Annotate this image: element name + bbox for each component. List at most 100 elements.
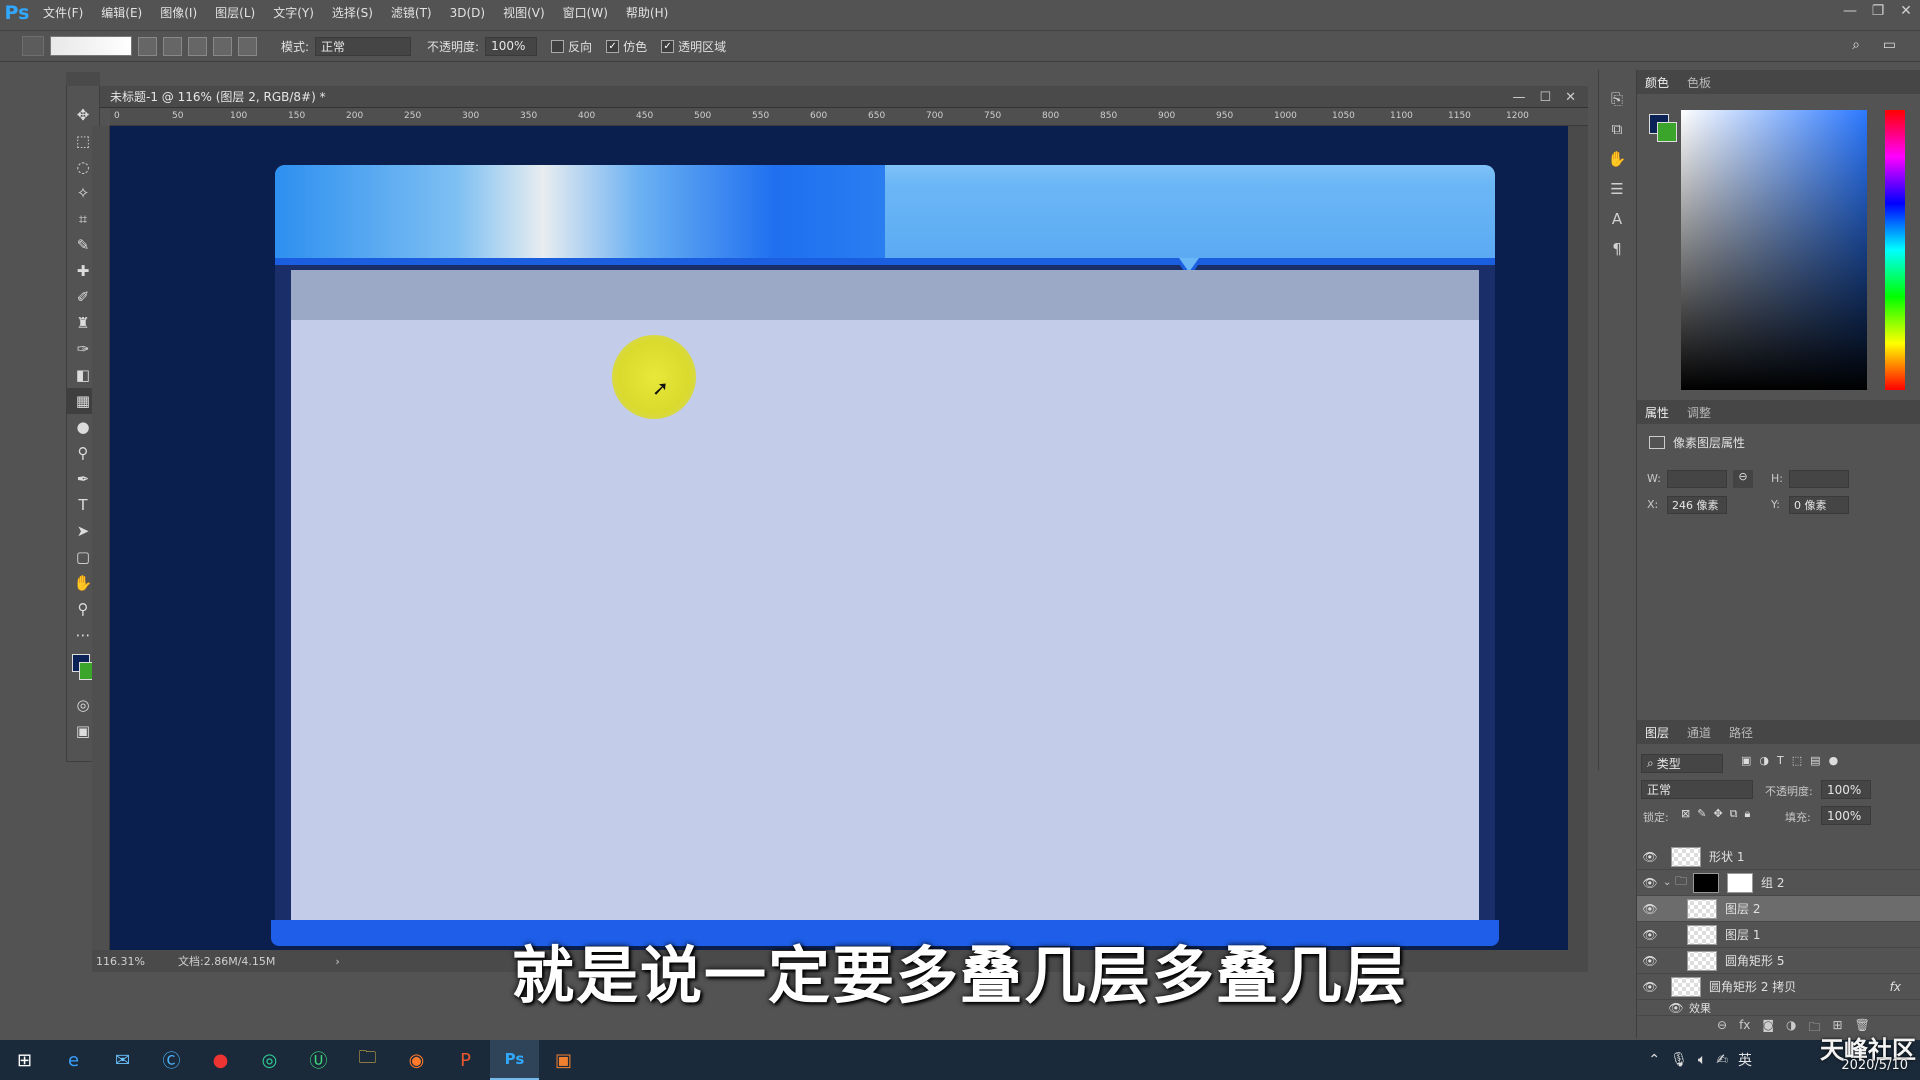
doc-close-icon[interactable]: ✕ bbox=[1565, 90, 1576, 105]
adjustments-panel-icon[interactable]: ☰ bbox=[1599, 174, 1635, 204]
new-adjustment-icon[interactable]: ◑ bbox=[1786, 1018, 1796, 1039]
vertical-scrollbar[interactable] bbox=[1568, 126, 1588, 950]
y-input[interactable]: 0 像素 bbox=[1789, 496, 1849, 514]
radial-gradient-button[interactable] bbox=[163, 36, 182, 56]
eye-icon[interactable]: 👁︎ bbox=[1637, 902, 1663, 916]
doc-maximize-icon[interactable]: ☐ bbox=[1539, 90, 1551, 105]
clone-source-panel-icon[interactable]: ⧉ bbox=[1599, 114, 1635, 144]
doc-minimize-icon[interactable]: — bbox=[1512, 90, 1525, 105]
add-style-icon[interactable]: fx bbox=[1739, 1018, 1750, 1039]
blend-mode-select[interactable]: 正常 bbox=[1641, 780, 1753, 799]
tab-paths[interactable]: 路径 bbox=[1729, 724, 1753, 741]
filter-shape-icon[interactable]: ⬚ bbox=[1792, 754, 1802, 767]
tab-channels[interactable]: 通道 bbox=[1687, 724, 1711, 741]
filter-adjustment-icon[interactable]: ◑ bbox=[1759, 754, 1769, 767]
app-red-icon[interactable]: ● bbox=[196, 1040, 245, 1080]
file-explorer-icon[interactable]: 🗀︎ bbox=[343, 1040, 392, 1080]
app-green-icon[interactable]: ◎ bbox=[245, 1040, 294, 1080]
app-u-icon[interactable]: Ⓤ bbox=[294, 1040, 343, 1080]
layer-opacity-input[interactable]: 100% bbox=[1821, 780, 1871, 799]
powerpoint-icon[interactable]: P bbox=[441, 1040, 490, 1080]
transparency-checkbox[interactable]: ✓ bbox=[661, 39, 675, 53]
link-icon[interactable]: ⊖ bbox=[1733, 470, 1753, 488]
menu-layer[interactable]: 图层(L) bbox=[206, 0, 264, 26]
minimize-icon[interactable]: — bbox=[1836, 0, 1864, 22]
tab-adjustments[interactable]: 调整 bbox=[1687, 404, 1711, 421]
tool-preset-picker[interactable] bbox=[22, 36, 44, 56]
tools-panel-header[interactable] bbox=[66, 72, 100, 86]
layer-row[interactable]: 👁︎ 形状 1 bbox=[1637, 844, 1920, 870]
pen-icon[interactable]: ✍︎ bbox=[1716, 1052, 1728, 1068]
background-color-swatch[interactable] bbox=[1657, 122, 1677, 142]
reflected-gradient-button[interactable] bbox=[213, 36, 232, 56]
filter-toggle-icon[interactable]: ● bbox=[1829, 754, 1839, 767]
lock-transparent-icon[interactable]: ⊠ bbox=[1681, 807, 1690, 821]
gradient-picker[interactable] bbox=[50, 36, 132, 56]
reverse-checkbox[interactable] bbox=[551, 39, 565, 53]
menu-view[interactable]: 视图(V) bbox=[494, 0, 554, 26]
linear-gradient-button[interactable] bbox=[138, 36, 157, 56]
microphone-icon[interactable]: 🎙︎ bbox=[1670, 1052, 1688, 1068]
menu-file[interactable]: 文件(F) bbox=[34, 0, 92, 26]
layer-row[interactable]: 👁︎ ⌄ 🗀︎ 组 2 bbox=[1637, 870, 1920, 896]
eye-icon[interactable]: 👁︎ bbox=[1637, 850, 1663, 864]
color-picker-field[interactable] bbox=[1681, 110, 1867, 390]
menu-select[interactable]: 选择(S) bbox=[323, 0, 382, 26]
photoshop-taskbar-icon[interactable]: Ps bbox=[490, 1040, 539, 1080]
layer-filter-select[interactable]: ⌕ 类型 bbox=[1641, 754, 1723, 773]
w-input[interactable] bbox=[1667, 470, 1727, 488]
brush-panel-icon[interactable]: ✋ bbox=[1599, 144, 1635, 174]
canvas[interactable] bbox=[110, 126, 1568, 950]
diamond-gradient-button[interactable] bbox=[238, 36, 257, 56]
history-panel-icon[interactable]: ⎘ bbox=[1599, 84, 1635, 114]
tab-layers[interactable]: 图层 bbox=[1645, 724, 1669, 741]
menu-filter[interactable]: 滤镜(T) bbox=[382, 0, 441, 26]
cortana-icon[interactable]: Ⓒ bbox=[147, 1040, 196, 1080]
menu-type[interactable]: 文字(Y) bbox=[264, 0, 323, 26]
reverse-option[interactable]: 反向 bbox=[551, 38, 592, 55]
volume-icon[interactable]: 🔈︎ bbox=[1698, 1052, 1706, 1068]
expand-chevron-icon[interactable]: ⌄ bbox=[1663, 877, 1675, 888]
menu-3d[interactable]: 3D(D) bbox=[441, 0, 494, 26]
menu-image[interactable]: 图像(I) bbox=[151, 0, 206, 26]
character-panel-icon[interactable]: A bbox=[1599, 204, 1635, 234]
h-input[interactable] bbox=[1789, 470, 1849, 488]
filter-smart-icon[interactable]: ▤ bbox=[1810, 754, 1820, 767]
tray-chevron-icon[interactable]: ⌃ bbox=[1648, 1052, 1660, 1068]
paragraph-panel-icon[interactable]: ¶ bbox=[1599, 234, 1635, 264]
transparency-option[interactable]: ✓ 透明区域 bbox=[661, 38, 726, 55]
move-tool-icon[interactable]: ✥ bbox=[67, 102, 99, 128]
document-tab[interactable]: 未标题-1 @ 116% (图层 2, RGB/8#) * — ☐ ✕ bbox=[100, 86, 1588, 108]
ime-icon[interactable]: 英 bbox=[1738, 1050, 1752, 1070]
hue-slider[interactable] bbox=[1885, 110, 1905, 390]
mail-icon[interactable]: ✉ bbox=[98, 1040, 147, 1080]
mode-select[interactable]: 正常 bbox=[315, 36, 412, 56]
restore-icon[interactable]: ❐ bbox=[1864, 0, 1892, 22]
dither-checkbox[interactable]: ✓ bbox=[606, 39, 620, 53]
windows-start-icon[interactable]: ⊞ bbox=[0, 1040, 49, 1080]
add-mask-icon[interactable]: ◙ bbox=[1762, 1018, 1774, 1039]
fill-input[interactable]: 100% bbox=[1821, 806, 1871, 825]
angle-gradient-button[interactable] bbox=[188, 36, 207, 56]
workspace-icon[interactable]: ▭ bbox=[1883, 37, 1896, 53]
lock-image-icon[interactable]: ✎ bbox=[1697, 807, 1706, 821]
link-layers-icon[interactable]: ⊖ bbox=[1717, 1018, 1727, 1039]
eye-icon[interactable]: 👁︎ bbox=[1637, 876, 1663, 890]
presentation-app-icon[interactable]: ▣ bbox=[539, 1040, 588, 1080]
lock-all-icon[interactable]: 🔒︎ bbox=[1745, 807, 1751, 821]
menu-help[interactable]: 帮助(H) bbox=[617, 0, 677, 26]
edge-icon[interactable]: e bbox=[49, 1040, 98, 1080]
search-icon[interactable]: ⌕ bbox=[1852, 37, 1860, 53]
filter-type-icon[interactable]: T bbox=[1777, 754, 1784, 767]
lock-position-icon[interactable]: ✥ bbox=[1713, 807, 1722, 821]
tab-color[interactable]: 颜色 bbox=[1645, 74, 1669, 91]
close-icon[interactable]: ✕ bbox=[1892, 0, 1920, 22]
filter-pixel-icon[interactable]: ▣ bbox=[1741, 754, 1751, 767]
x-input[interactable]: 246 像素 bbox=[1667, 496, 1727, 514]
firefox-icon[interactable]: ◉ bbox=[392, 1040, 441, 1080]
opacity-input[interactable]: 100% bbox=[485, 36, 538, 56]
menu-edit[interactable]: 编辑(E) bbox=[92, 0, 151, 26]
layer-row-selected[interactable]: 👁︎ 图层 2 bbox=[1637, 896, 1920, 922]
new-group-icon[interactable]: 🗀︎ bbox=[1809, 1018, 1821, 1039]
tab-swatches[interactable]: 色板 bbox=[1687, 74, 1711, 91]
